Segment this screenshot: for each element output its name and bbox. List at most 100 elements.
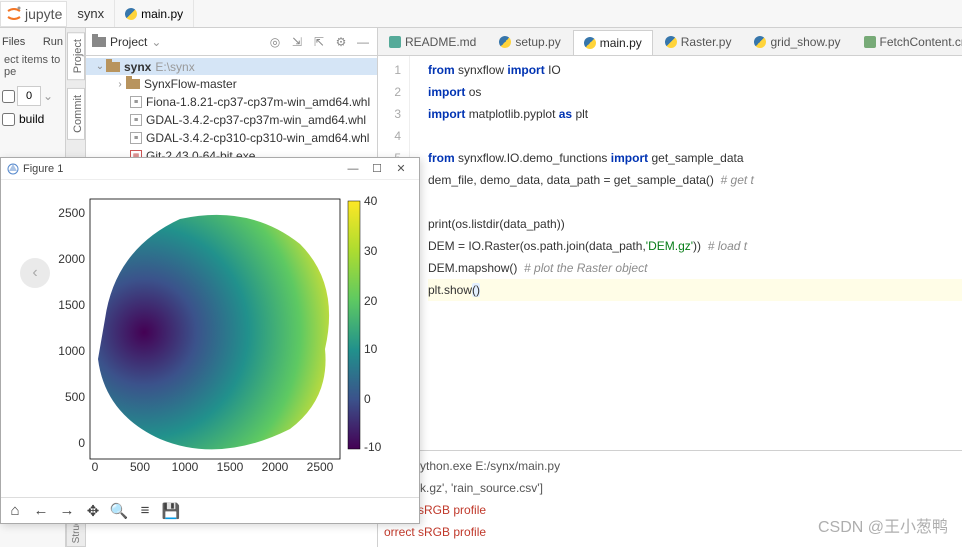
expand-icon[interactable]: › bbox=[114, 79, 126, 90]
tab-readme[interactable]: README.md bbox=[378, 29, 487, 55]
forward-icon[interactable]: → bbox=[57, 501, 77, 521]
code-editor[interactable]: 123 456 789 1011 from synxflow import IO… bbox=[378, 56, 962, 450]
svg-text:2500: 2500 bbox=[307, 460, 334, 474]
header-bar: jupyte synx main.py bbox=[0, 0, 962, 28]
chevron-down-icon[interactable]: ⌄ bbox=[43, 89, 53, 103]
file-label: GDAL-3.4.2-cp310-cp310-win_amd64.whl bbox=[146, 131, 369, 145]
breadcrumb-project[interactable]: synx bbox=[67, 0, 115, 27]
folder-icon bbox=[92, 37, 106, 47]
minimize-button[interactable]: — bbox=[341, 163, 365, 175]
editor-area: README.md setup.py main.py Raster.py gri… bbox=[378, 28, 962, 547]
svg-text:-10: -10 bbox=[364, 440, 382, 454]
figure-window[interactable]: Figure 1 — ☐ ✕ 2500 2000 1500 1000 500 0… bbox=[0, 157, 420, 524]
file-icon: ≡ bbox=[130, 114, 142, 126]
console-line: y310\python.exe E:/synx/main.py bbox=[384, 455, 956, 477]
figure-titlebar[interactable]: Figure 1 — ☐ ✕ bbox=[1, 158, 419, 180]
project-tool-tab[interactable]: Project bbox=[67, 32, 85, 80]
folder-label: SynxFlow-master bbox=[144, 77, 237, 91]
figure-title: Figure 1 bbox=[23, 163, 341, 175]
md-file-icon bbox=[389, 36, 401, 48]
svg-text:2500: 2500 bbox=[58, 206, 85, 220]
breadcrumb-file[interactable]: main.py bbox=[115, 0, 194, 27]
back-icon[interactable]: ← bbox=[31, 501, 51, 521]
figure-toolbar: ⌂ ← → ✥ 🔍 ≡ 💾 bbox=[1, 497, 419, 523]
svg-text:0: 0 bbox=[364, 392, 371, 406]
svg-text:500: 500 bbox=[130, 460, 150, 474]
run-label[interactable]: Run bbox=[43, 36, 63, 48]
jupyter-logo[interactable]: jupyte bbox=[0, 1, 67, 27]
svg-text:0: 0 bbox=[92, 460, 99, 474]
svg-text:2000: 2000 bbox=[58, 252, 85, 266]
watermark: CSDN @王小葱鸭 bbox=[818, 513, 948, 537]
zoom-icon[interactable]: 🔍 bbox=[109, 501, 129, 521]
hide-icon[interactable]: — bbox=[355, 34, 371, 50]
build-label: build bbox=[19, 112, 44, 126]
files-label: Files bbox=[2, 36, 25, 48]
expand-icon[interactable]: ⌄ bbox=[94, 61, 106, 72]
svg-text:1000: 1000 bbox=[172, 460, 199, 474]
python-file-icon bbox=[754, 36, 766, 48]
folder-icon bbox=[126, 79, 140, 89]
close-button[interactable]: ✕ bbox=[389, 162, 413, 175]
svg-text:1500: 1500 bbox=[58, 298, 85, 312]
select-items-text: ect items to pe bbox=[0, 52, 65, 80]
console-line: n_mask.gz', 'rain_source.csv'] bbox=[384, 477, 956, 499]
file-icon: ≡ bbox=[130, 96, 142, 108]
build-checkbox[interactable] bbox=[2, 113, 15, 126]
tree-file[interactable]: ≡ GDAL-3.4.2-cp37-cp37m-win_amd64.whl bbox=[86, 111, 377, 129]
commit-tool-tab[interactable]: Commit bbox=[67, 88, 85, 140]
tree-file[interactable]: ≡ GDAL-3.4.2-cp310-cp310-win_amd64.whl bbox=[86, 129, 377, 147]
logo-text: jupyte bbox=[25, 6, 62, 22]
tree-file[interactable]: ≡ Fiona-1.8.21-cp37-cp37m-win_amd64.whl bbox=[86, 93, 377, 111]
file-label: Fiona-1.8.21-cp37-cp37m-win_amd64.whl bbox=[146, 95, 370, 109]
tab-gridshow[interactable]: grid_show.py bbox=[743, 29, 851, 55]
home-icon[interactable]: ⌂ bbox=[5, 501, 25, 521]
matplotlib-icon bbox=[7, 163, 19, 175]
python-file-icon bbox=[499, 36, 511, 48]
folder-icon bbox=[106, 62, 120, 72]
tab-raster[interactable]: Raster.py bbox=[654, 29, 743, 55]
svg-text:0: 0 bbox=[78, 436, 85, 450]
svg-text:2000: 2000 bbox=[262, 460, 289, 474]
dem-plot: 2500 2000 1500 1000 500 0 0 500 1000 150… bbox=[20, 189, 400, 489]
python-file-icon bbox=[665, 36, 677, 48]
file-icon: ≡ bbox=[130, 132, 142, 144]
root-path: E:\synx bbox=[155, 60, 194, 74]
target-icon[interactable]: ◎ bbox=[267, 34, 283, 50]
gear-icon[interactable]: ⚙ bbox=[333, 34, 349, 50]
tab-setup[interactable]: setup.py bbox=[488, 29, 571, 55]
svg-text:10: 10 bbox=[364, 342, 378, 356]
file-label: GDAL-3.4.2-cp37-cp37m-win_amd64.whl bbox=[146, 113, 366, 127]
editor-tabs: README.md setup.py main.py Raster.py gri… bbox=[378, 28, 962, 56]
project-header: Project ⌄ ◎ ⇲ ⇱ ⚙ — bbox=[86, 28, 377, 56]
tab-fetchcontent[interactable]: FetchContent.cm bbox=[853, 29, 962, 55]
python-file-icon bbox=[584, 37, 596, 49]
maximize-button[interactable]: ☐ bbox=[365, 162, 389, 175]
configure-icon[interactable]: ≡ bbox=[135, 501, 155, 521]
expand-all-icon[interactable]: ⇲ bbox=[289, 34, 305, 50]
jupyter-icon bbox=[5, 5, 23, 23]
item-count-input[interactable] bbox=[17, 86, 41, 106]
root-name: synx bbox=[124, 60, 151, 74]
project-root[interactable]: ⌄ synx E:\synx bbox=[86, 58, 377, 75]
breadcrumb-file-label: main.py bbox=[141, 7, 183, 21]
collapse-all-icon[interactable]: ⇱ bbox=[311, 34, 327, 50]
tree-folder[interactable]: › SynxFlow-master bbox=[86, 75, 377, 93]
svg-text:1500: 1500 bbox=[217, 460, 244, 474]
save-icon[interactable]: 💾 bbox=[161, 501, 181, 521]
tab-main[interactable]: main.py bbox=[573, 30, 653, 56]
project-dropdown-label[interactable]: Project bbox=[110, 35, 147, 49]
python-file-icon bbox=[125, 8, 137, 20]
chevron-down-icon[interactable]: ⌄ bbox=[151, 35, 161, 49]
svg-text:40: 40 bbox=[364, 194, 378, 208]
code-lines[interactable]: from synxflow import IO import os import… bbox=[410, 56, 962, 450]
cmake-file-icon bbox=[864, 36, 876, 48]
svg-text:30: 30 bbox=[364, 244, 378, 258]
pan-icon[interactable]: ✥ bbox=[83, 501, 103, 521]
item-checkbox[interactable] bbox=[2, 90, 15, 103]
prev-nav-button[interactable]: ‹ bbox=[20, 258, 50, 288]
svg-text:20: 20 bbox=[364, 294, 378, 308]
svg-text:500: 500 bbox=[65, 390, 85, 404]
figure-canvas[interactable]: 2500 2000 1500 1000 500 0 0 500 1000 150… bbox=[1, 180, 419, 497]
svg-text:1000: 1000 bbox=[58, 344, 85, 358]
